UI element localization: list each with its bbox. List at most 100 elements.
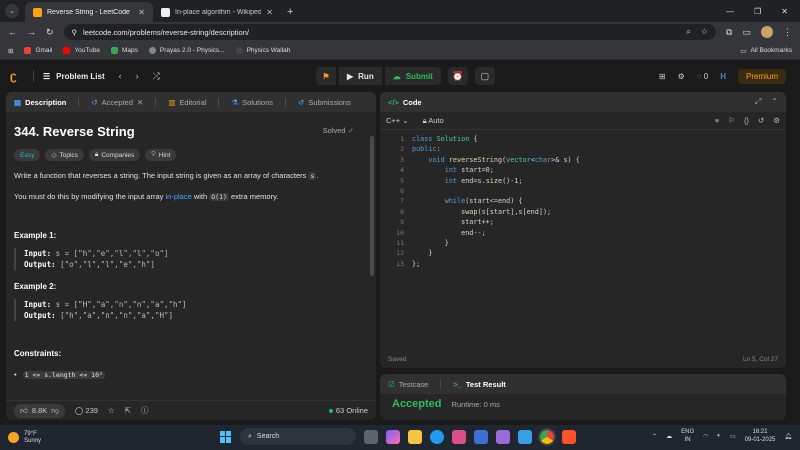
tab-search-button[interactable]: ⌄ bbox=[5, 4, 19, 18]
app-icon[interactable] bbox=[518, 429, 532, 444]
format-braces-icon[interactable]: {} bbox=[744, 116, 749, 125]
save-status: Saved bbox=[388, 355, 407, 363]
auto-mode-toggle[interactable]: 🔒︎ Auto bbox=[423, 116, 444, 126]
edge-icon[interactable] bbox=[430, 429, 444, 444]
test-panel-tabs: ☑ Testcase >_ Test Result bbox=[380, 374, 786, 394]
minimize-icon[interactable]: — bbox=[726, 7, 734, 16]
bookmark-maps[interactable]: Maps bbox=[110, 47, 138, 54]
windows-start-icon[interactable] bbox=[220, 430, 232, 443]
favorite-star-icon[interactable]: ☆ bbox=[108, 406, 115, 415]
wifi-icon[interactable]: ◠ bbox=[703, 433, 708, 440]
new-tab-button[interactable]: + bbox=[287, 6, 293, 18]
like-count: 8.8K bbox=[31, 405, 48, 415]
problem-navigation: ‹ › ⤮ bbox=[119, 71, 160, 82]
layout-icon[interactable]: ⊞ bbox=[659, 72, 666, 81]
back-icon[interactable]: ← bbox=[8, 27, 17, 37]
copilot-icon[interactable] bbox=[386, 429, 400, 444]
date: 09-01-2025 bbox=[744, 437, 776, 443]
tab-solutions[interactable]: ⚗ Solutions bbox=[231, 98, 273, 107]
code-editor[interactable]: 1 2 3 4 5 6 7 8 9 10 11 12 13 class Solution {public… bbox=[380, 130, 786, 348]
editor-settings-icon[interactable]: ⚙ bbox=[773, 116, 780, 125]
tab-editorial[interactable]: ▥ Editorial bbox=[168, 98, 206, 107]
bookmark-star-icon[interactable]: ☆ bbox=[701, 27, 708, 37]
thumbs-down-icon[interactable]: 👎︎ bbox=[51, 406, 59, 416]
browser-tab-wikipedia[interactable]: In-place algorithm - Wikipedia ✕ bbox=[153, 2, 281, 22]
companies-button[interactable]: 🔒︎ Companies bbox=[88, 149, 141, 161]
comments-button[interactable]: ◯ 239 bbox=[75, 406, 98, 415]
zoom-icon[interactable]: ⌕ bbox=[686, 27, 690, 37]
store-icon[interactable] bbox=[452, 429, 466, 444]
run-button[interactable]: ▶ Run bbox=[339, 67, 382, 85]
tab-test-result[interactable]: >_ Test Result bbox=[453, 380, 505, 389]
volume-icon[interactable]: 🔈︎ bbox=[717, 433, 721, 440]
notifications-icon[interactable]: 🔔︎ bbox=[784, 433, 792, 440]
app-icon[interactable] bbox=[496, 429, 510, 444]
notes-button[interactable]: ▢ bbox=[474, 67, 495, 85]
bookmark-gmail[interactable]: Gmail bbox=[24, 47, 52, 54]
chrome-icon[interactable] bbox=[538, 427, 556, 446]
file-explorer-icon[interactable] bbox=[408, 429, 422, 444]
site-info-icon[interactable]: ⚲ bbox=[72, 28, 78, 37]
bookmark-icon[interactable]: ⚐ bbox=[728, 116, 735, 125]
browser-tab-leetcode[interactable]: Reverse String - LeetCode ✕ bbox=[25, 2, 153, 22]
bookmark-prayas[interactable]: Prayas 2.0 - Physics... bbox=[148, 47, 225, 54]
submit-button[interactable]: ☁ Submit bbox=[384, 67, 441, 85]
maximize-icon[interactable]: ❐ bbox=[754, 7, 761, 16]
premium-button[interactable]: Premium bbox=[737, 69, 786, 84]
close-tab-icon[interactable]: ✕ bbox=[138, 8, 145, 17]
chrome-menu-icon[interactable]: ⋮ bbox=[783, 27, 792, 38]
forward-icon[interactable]: → bbox=[27, 27, 36, 37]
fullscreen-icon[interactable]: ⤢ bbox=[755, 97, 761, 107]
bookmark-youtube[interactable]: YouTube bbox=[63, 47, 100, 54]
taskbar-search[interactable]: ⌕ Search bbox=[240, 428, 356, 445]
language-select[interactable]: C++ ⌄ bbox=[386, 116, 409, 125]
weather-widget[interactable]: 79°F Sunny bbox=[8, 431, 41, 445]
battery-icon[interactable]: ▭ bbox=[730, 433, 736, 440]
random-problem-icon[interactable]: ⤮ bbox=[153, 71, 160, 82]
reload-icon[interactable]: ↻ bbox=[46, 27, 54, 38]
notes-icon[interactable]: ≡ bbox=[715, 116, 719, 125]
problem-title[interactable]: 344. Reverse String bbox=[14, 124, 368, 139]
tray-chevron-icon[interactable]: ⌃ bbox=[652, 433, 657, 440]
task-view-icon[interactable] bbox=[364, 429, 378, 444]
tab-code[interactable]: </> Code bbox=[388, 98, 422, 107]
language-indicator[interactable]: ENG IN bbox=[681, 428, 694, 444]
timer-button[interactable]: ⏰ bbox=[447, 67, 468, 85]
url-field[interactable]: ⚲ leetcode.com/problems/reverse-string/d… bbox=[63, 24, 717, 40]
topics-button[interactable]: ◇ Topics bbox=[45, 149, 84, 161]
close-tab-icon[interactable]: ✕ bbox=[137, 98, 143, 107]
sidepanel-icon[interactable]: ▭ bbox=[742, 27, 751, 38]
bookmark-physics-wallah[interactable]: Physics Wallah bbox=[235, 47, 290, 54]
profile-avatar[interactable] bbox=[761, 26, 773, 38]
share-icon[interactable]: ⇱ bbox=[125, 406, 131, 415]
extensions-icon[interactable]: ⧉ bbox=[726, 27, 732, 38]
help-icon[interactable]: ⓘ bbox=[141, 405, 149, 416]
apps-icon[interactable]: ⊞ bbox=[8, 47, 13, 55]
brave-icon[interactable] bbox=[562, 429, 576, 444]
all-bookmarks-button[interactable]: ▭ All Bookmarks bbox=[740, 47, 792, 55]
clock[interactable]: 16:21 09-01-2025 bbox=[745, 428, 776, 444]
problem-list-button[interactable]: ☰ Problem List bbox=[43, 72, 105, 81]
close-tab-icon[interactable]: ✕ bbox=[266, 8, 273, 17]
settings-gear-icon[interactable]: ⚙ bbox=[678, 72, 685, 81]
reset-icon[interactable]: ↺ bbox=[758, 116, 764, 125]
code-lines[interactable]: class Solution {public: void reverseStri… bbox=[412, 134, 580, 269]
cloud-icon[interactable]: ☁ bbox=[666, 433, 672, 440]
thumbs-up-icon[interactable]: 👍︎ bbox=[20, 406, 28, 416]
hint-button[interactable]: 💡︎ Hint bbox=[145, 149, 177, 161]
prev-problem-icon[interactable]: ‹ bbox=[119, 71, 122, 82]
description-scrollbar[interactable] bbox=[370, 136, 374, 276]
tab-accepted[interactable]: ↺ Accepted ✕ bbox=[91, 98, 143, 107]
collapse-icon[interactable]: ⌃ bbox=[771, 97, 778, 107]
in-place-link[interactable]: in-place bbox=[165, 192, 191, 201]
app-icon[interactable] bbox=[474, 429, 488, 444]
tab-submissions[interactable]: ↺ Submissions bbox=[298, 98, 351, 107]
next-problem-icon[interactable]: › bbox=[136, 71, 139, 82]
close-window-icon[interactable]: ✕ bbox=[781, 7, 788, 16]
tab-testcase[interactable]: ☑ Testcase bbox=[388, 380, 428, 389]
debug-button[interactable]: ⚑ bbox=[316, 67, 336, 85]
streak-counter[interactable]: ◌ 0 bbox=[697, 72, 708, 81]
tab-description[interactable]: ▤ Description bbox=[14, 98, 66, 107]
leetcode-logo-icon[interactable]: ʗ bbox=[10, 69, 24, 83]
user-avatar[interactable]: H bbox=[720, 72, 726, 81]
